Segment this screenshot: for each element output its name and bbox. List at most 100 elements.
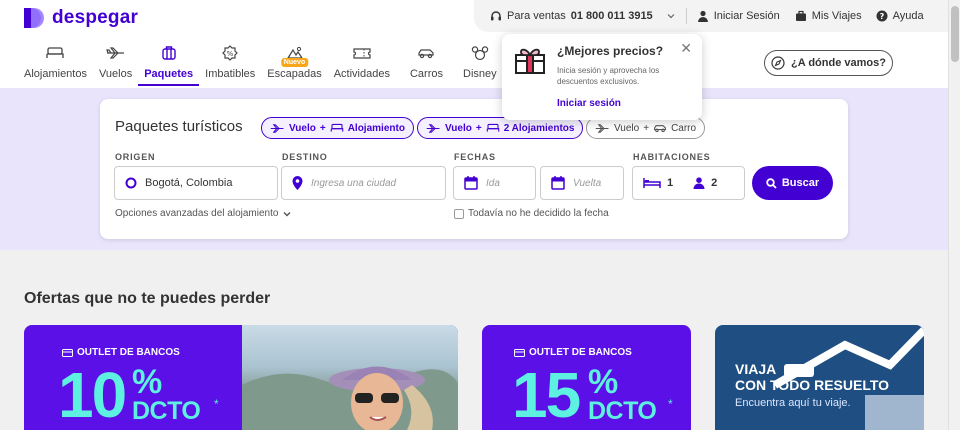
compass-icon xyxy=(771,56,785,70)
rooms-label: HABITACIONES xyxy=(633,152,711,162)
plus-icon: + xyxy=(319,122,326,134)
chevron-down-icon xyxy=(667,14,675,19)
destination-field[interactable]: Ingresa una ciudad xyxy=(281,166,446,200)
brand-logo[interactable]: despegar xyxy=(22,7,138,29)
origin-label: ORIGEN xyxy=(115,152,156,162)
chip-vuelo-alojamiento[interactable]: Vuelo + Alojamiento xyxy=(261,117,414,139)
chip-part-a: Vuelo xyxy=(614,122,640,134)
tab-imbatibles[interactable]: % Imbatibles xyxy=(199,42,261,86)
help-link[interactable]: ? Ayuda xyxy=(876,10,924,22)
tab-vuelos[interactable]: Vuelos xyxy=(93,42,138,86)
new-badge: Nuevo xyxy=(280,58,309,67)
tab-disney[interactable]: Disney xyxy=(457,42,503,86)
depart-date-field[interactable]: Ida xyxy=(453,166,536,200)
discount-number: 15 xyxy=(512,359,581,430)
discount-dcto: DCTO xyxy=(588,397,657,425)
return-date-field[interactable]: Vuelta xyxy=(540,166,624,200)
tab-alojamientos[interactable]: Alojamientos xyxy=(18,42,93,86)
chevron-down-icon xyxy=(283,211,291,216)
gift-icon xyxy=(515,48,545,74)
discount-badge-icon: % xyxy=(222,45,239,61)
my-trips-link[interactable]: Mis Viajes xyxy=(795,10,862,22)
woman-with-hat-illustration xyxy=(242,366,458,430)
advanced-options-label: Opciones avanzadas del alojamiento xyxy=(115,208,279,219)
return-placeholder: Vuelta xyxy=(573,177,602,189)
card-icon xyxy=(62,348,73,357)
destination-explore-button[interactable]: ¿A dónde vamos? xyxy=(764,50,893,76)
origin-field[interactable]: Bogotá, Colombia xyxy=(114,166,278,200)
search-icon xyxy=(766,177,777,189)
site-header: despegar Para ventas 01 800 011 3915 Ini… xyxy=(0,0,948,88)
tab-label: Carros xyxy=(409,68,443,80)
plus-icon: + xyxy=(643,122,650,134)
viaja-title: VIAJA CON TODO RESUELTO xyxy=(735,361,889,393)
tab-label: Disney xyxy=(463,68,497,80)
car-icon xyxy=(654,125,667,133)
offer-card-10[interactable]: OUTLET DE BANCOS 10 % DCTO * xyxy=(24,325,458,430)
svg-text:?: ? xyxy=(879,12,884,21)
svg-text:%: % xyxy=(227,50,234,58)
viaja-subtitle: Encuentra aquí tu viaje. xyxy=(735,397,851,409)
offer-card-viaja[interactable]: VIAJA CON TODO RESUELTO Encuentra aquí t… xyxy=(715,325,924,430)
tab-label: Imbatibles xyxy=(205,68,256,80)
sales-label: Para ventas xyxy=(507,10,566,22)
sales-phone: 01 800 011 3915 xyxy=(570,10,653,22)
origin-value: Bogotá, Colombia xyxy=(145,177,233,189)
guests-count: 2 xyxy=(711,177,718,189)
rooms-guests-field[interactable]: 1 2 xyxy=(632,166,745,200)
sales-phone-dropdown[interactable]: Para ventas 01 800 011 3915 xyxy=(490,10,676,22)
help-icon: ? xyxy=(876,10,888,22)
tab-label: Escapadas xyxy=(267,68,322,80)
discount-asterisk: * xyxy=(214,397,219,411)
product-tabs: Alojamientos Vuelos Paquetes % Imbatible… xyxy=(18,42,503,86)
tab-label: Vuelos xyxy=(98,68,133,80)
my-trips-label: Mis Viajes xyxy=(811,10,862,22)
scrollbar-thumb[interactable] xyxy=(951,6,959,62)
tab-escapadas[interactable]: Nuevo Escapadas xyxy=(261,42,327,86)
tab-paquetes[interactable]: Paquetes xyxy=(138,42,200,86)
destination-explore-label: ¿A dónde vamos? xyxy=(791,57,886,69)
better-prices-popup: ¿Mejores precios? ✕ Inicia sesión y apro… xyxy=(502,34,702,120)
advanced-options-toggle[interactable]: Opciones avanzadas del alojamiento xyxy=(115,208,292,219)
chip-vuelo-carro[interactable]: Vuelo + Carro xyxy=(586,117,706,139)
tab-carros[interactable]: Carros xyxy=(396,42,457,86)
offer-card-15[interactable]: OUTLET DE BANCOS 15 % DCTO * xyxy=(482,325,691,430)
undecided-dates-checkbox[interactable]: Todavía no he decidido la fecha xyxy=(454,208,609,219)
chip-part-a: Vuelo xyxy=(445,122,472,134)
chip-part-b: 2 Alojamientos xyxy=(503,122,575,134)
popup-login-link[interactable]: Iniciar sesión xyxy=(557,98,621,109)
despegar-logo-icon xyxy=(24,8,44,28)
bed-icon xyxy=(486,123,499,132)
traveler-photo xyxy=(242,325,458,430)
briefcase-icon xyxy=(795,10,806,21)
dates-label: FECHAS xyxy=(454,152,496,162)
close-icon[interactable]: ✕ xyxy=(680,40,692,57)
plane-icon xyxy=(105,47,124,59)
plane-icon xyxy=(270,123,284,133)
bed-icon xyxy=(330,123,343,132)
user-icon xyxy=(697,10,708,22)
chip-part-b: Alojamiento xyxy=(347,122,405,134)
viaja-line2: CON TODO RESUELTO xyxy=(735,377,890,393)
offer-label-text: OUTLET DE BANCOS xyxy=(77,347,180,358)
origin-circle-icon xyxy=(125,177,137,189)
search-button[interactable]: Buscar xyxy=(752,166,833,200)
tab-actividades[interactable]: Actividades xyxy=(328,42,396,86)
login-label: Iniciar Sesión xyxy=(713,10,780,22)
search-button-label: Buscar xyxy=(781,177,820,189)
destination-label: DESTINO xyxy=(282,152,328,162)
ticket-icon xyxy=(353,48,371,59)
plus-icon: + xyxy=(475,122,482,134)
tab-label: Actividades xyxy=(333,68,390,80)
chip-vuelo-2-alojamientos[interactable]: Vuelo + 2 Alojamientos xyxy=(417,117,584,139)
offer-label: OUTLET DE BANCOS xyxy=(514,347,632,358)
chip-part-b: Carro xyxy=(671,122,697,134)
chip-part-a: Vuelo xyxy=(289,122,316,134)
page-scrollbar[interactable] xyxy=(948,0,960,430)
plane-icon xyxy=(426,123,440,133)
tab-label: Paquetes xyxy=(144,68,194,80)
viaja-suitcase-icon xyxy=(783,363,814,377)
checkbox-box[interactable] xyxy=(454,208,464,219)
search-title: Paquetes turísticos xyxy=(115,118,243,135)
login-link[interactable]: Iniciar Sesión xyxy=(697,10,780,22)
